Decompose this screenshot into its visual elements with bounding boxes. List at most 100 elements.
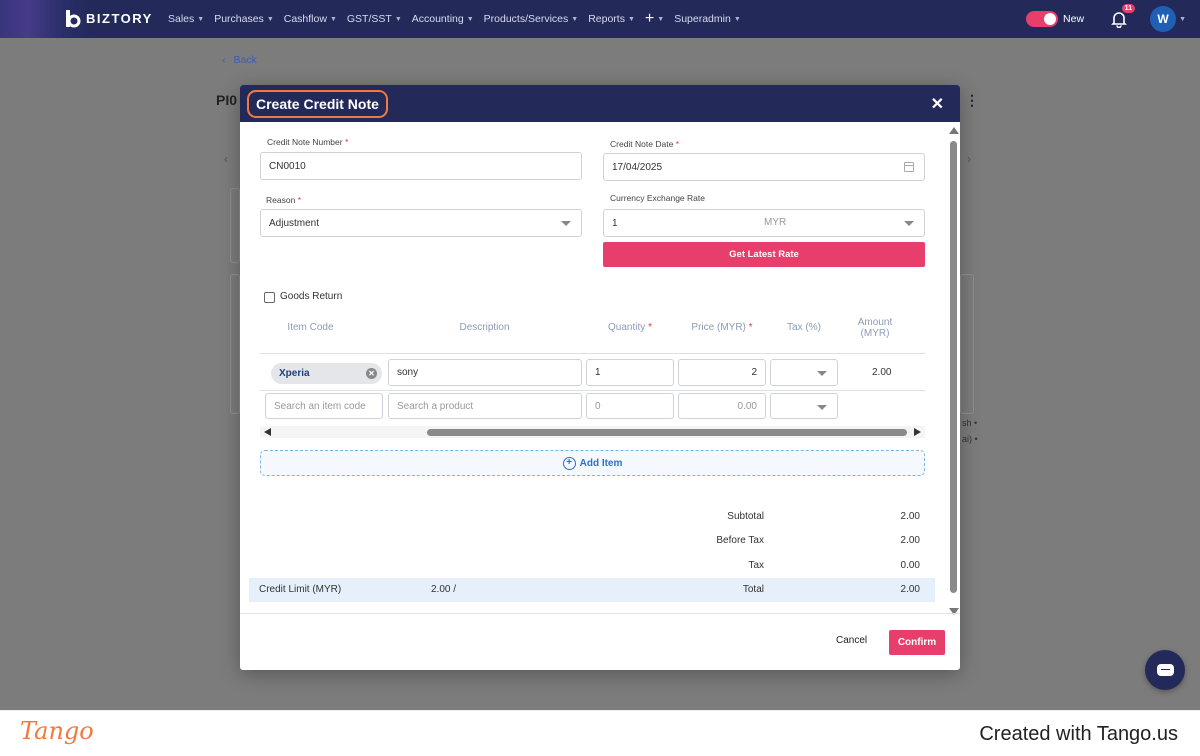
credit-limit-bar: Credit Limit (MYR) 2.00 / xyxy=(249,578,935,602)
goods-return-checkbox[interactable] xyxy=(264,292,275,303)
toggle-label: New xyxy=(1063,13,1085,25)
currency-exchange-rate-label: Currency Exchange Rate xyxy=(610,193,705,203)
chevron-down-icon: ▼ xyxy=(571,15,579,23)
background-card xyxy=(230,188,240,263)
credit-note-date-label: Credit Note Date * xyxy=(610,139,679,149)
top-navigation-bar: BIZTORY Sales ▼ Purchases ▼ Cashflow ▼ GST/… xyxy=(0,0,1200,38)
item-code-value: Xperia xyxy=(279,368,310,379)
close-icon[interactable]: ✕ xyxy=(931,94,944,114)
add-item-button[interactable]: + Add Item xyxy=(260,450,925,476)
total-value: 2.00 xyxy=(900,584,920,595)
column-header-tax: Tax (%) xyxy=(787,322,821,333)
calendar-icon[interactable] xyxy=(904,162,914,172)
page-title: PI0 xyxy=(216,92,238,108)
chevron-down-icon: ▼ xyxy=(329,15,337,23)
background-text: ai) • xyxy=(962,434,978,444)
background-card xyxy=(230,274,240,414)
new-quantity-input[interactable]: 0 xyxy=(586,393,674,419)
chevron-down-icon[interactable]: ▼ xyxy=(1179,16,1186,23)
nav-products-services[interactable]: Products/Services ▼ xyxy=(484,13,579,25)
tango-footer: Tango Created with Tango.us xyxy=(0,710,1200,756)
reason-select[interactable]: Adjustment xyxy=(260,209,582,237)
add-item-label: Add Item xyxy=(579,457,623,469)
before-tax-label: Before Tax xyxy=(716,535,764,546)
get-latest-rate-button[interactable]: Get Latest Rate xyxy=(603,242,925,267)
nav-purchases[interactable]: Purchases ▼ xyxy=(214,13,274,25)
reason-value: Adjustment xyxy=(269,217,320,229)
item-code-chip[interactable]: Xperia ✕ xyxy=(271,363,382,384)
chevron-left-icon[interactable]: ‹ xyxy=(224,152,228,166)
tango-logo: Tango xyxy=(20,717,94,745)
description-input[interactable]: sony xyxy=(388,359,582,386)
plus-circle-icon: + xyxy=(562,456,576,470)
vertical-scrollbar[interactable] xyxy=(948,127,959,615)
required-mark: * xyxy=(648,322,652,333)
chevron-down-icon: ▼ xyxy=(733,15,741,23)
horizontal-scrollbar[interactable] xyxy=(260,426,925,438)
back-link[interactable]: ‹ Back xyxy=(222,54,257,66)
exchange-rate-value: 1 xyxy=(612,217,618,229)
nav-gst-sst[interactable]: GST/SST ▼ xyxy=(347,13,402,25)
item-code-search-input[interactable]: Search an item code xyxy=(265,393,383,419)
user-avatar[interactable]: W xyxy=(1150,6,1177,32)
credit-note-number-label: Credit Note Number * xyxy=(267,137,348,147)
chevron-down-icon: ▼ xyxy=(266,15,274,23)
nav-label: Reports xyxy=(588,13,625,25)
background-card xyxy=(960,274,974,414)
label-text: Credit Note Date xyxy=(610,139,674,149)
column-header-quantity: Quantity * xyxy=(586,322,674,333)
total-label: Total xyxy=(742,584,764,595)
nav-sales[interactable]: Sales ▼ xyxy=(168,13,204,25)
quantity-input[interactable]: 1 xyxy=(586,359,674,386)
required-mark: * xyxy=(748,322,753,333)
cancel-button[interactable]: Cancel xyxy=(836,635,867,646)
amount-cell: 2.00 xyxy=(872,367,892,378)
column-header-item-code: Item Code xyxy=(287,322,334,333)
nav-cashflow[interactable]: Cashflow ▼ xyxy=(284,13,337,25)
nav-superadmin[interactable]: Superadmin ▼ xyxy=(674,13,741,25)
scrollbar-thumb[interactable] xyxy=(427,429,907,436)
required-mark: * xyxy=(675,139,679,149)
tax-select[interactable] xyxy=(770,359,838,386)
chevron-down-icon xyxy=(904,221,914,226)
notification-count-badge: 11 xyxy=(1121,4,1136,13)
chevron-down-icon: ▼ xyxy=(466,15,474,23)
price-input[interactable]: 2 xyxy=(678,359,766,386)
scrollbar-thumb[interactable] xyxy=(950,141,957,593)
scroll-left-arrow-icon[interactable] xyxy=(264,428,271,436)
currency-select[interactable]: MYR xyxy=(764,217,786,228)
notifications-button[interactable]: 11 xyxy=(1111,4,1136,29)
created-with-text: Created with Tango.us xyxy=(979,723,1178,745)
column-header-amount: Amount (MYR) xyxy=(840,317,910,339)
nav-quick-add[interactable]: + ▼ xyxy=(645,11,664,27)
product-search-input[interactable]: Search a product xyxy=(388,393,582,419)
nav-accounting[interactable]: Accounting ▼ xyxy=(412,13,474,25)
new-ui-toggle[interactable] xyxy=(1026,11,1059,27)
chat-icon xyxy=(1156,664,1174,676)
header-text: Quantity xyxy=(608,322,646,333)
credit-note-number-input[interactable]: CN0010 xyxy=(260,152,582,180)
clear-icon[interactable]: ✕ xyxy=(366,368,377,379)
reason-label: Reason * xyxy=(266,195,301,205)
scroll-up-arrow-icon[interactable] xyxy=(949,127,959,134)
biztory-logo-icon xyxy=(66,10,81,28)
required-mark: * xyxy=(297,195,301,205)
subtotal-value: 2.00 xyxy=(900,511,920,522)
table-divider xyxy=(260,390,925,391)
header-text: (MYR) xyxy=(860,328,890,339)
credit-note-date-input[interactable]: 17/04/2025 xyxy=(603,153,925,181)
confirm-button[interactable]: Confirm xyxy=(889,630,945,655)
goods-return-label: Goods Return xyxy=(280,291,343,302)
chat-support-button[interactable] xyxy=(1145,650,1185,690)
chevron-down-icon xyxy=(561,221,571,226)
scroll-right-arrow-icon[interactable] xyxy=(914,428,921,436)
new-tax-select[interactable] xyxy=(770,393,838,419)
brand-logo[interactable]: BIZTORY xyxy=(64,9,153,28)
exchange-rate-input[interactable]: 1 MYR xyxy=(603,209,925,237)
new-price-input[interactable]: 0.00 xyxy=(678,393,766,419)
more-options-icon[interactable]: ⋮ xyxy=(965,92,979,109)
chevron-right-icon[interactable]: › xyxy=(967,152,971,166)
nav-label: Sales xyxy=(168,13,195,25)
chevron-down-icon xyxy=(817,405,827,410)
nav-reports[interactable]: Reports ▼ xyxy=(588,13,635,25)
